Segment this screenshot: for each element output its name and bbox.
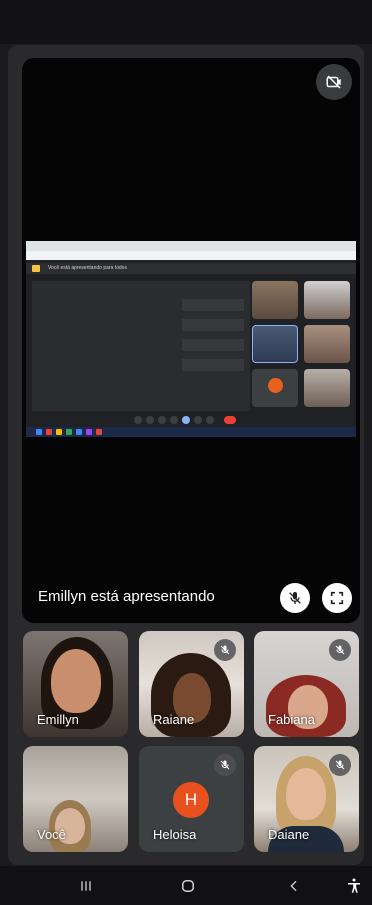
- shared-browser-bar: [26, 251, 356, 260]
- presenting-label: Emillyn está apresentando: [38, 588, 215, 605]
- shared-document: [32, 281, 250, 411]
- shared-banner: Você está apresentando para todos: [26, 263, 356, 274]
- mic-off-icon: [214, 639, 236, 661]
- participant-tile[interactable]: Daiane: [254, 746, 359, 852]
- shared-avatar: [268, 378, 283, 393]
- participant-face: [51, 649, 101, 713]
- shared-control-icon: [182, 416, 190, 424]
- presentation-stage[interactable]: Você está apresentando para todos Emilly…: [22, 58, 360, 623]
- taskbar-icon: [86, 429, 92, 435]
- shared-banner-text: Você está apresentando para todos: [48, 265, 127, 271]
- shared-control-icon: [158, 416, 166, 424]
- shared-tile: [304, 281, 350, 319]
- shared-end-call-icon: [224, 416, 236, 424]
- shared-controls: [26, 414, 356, 426]
- shared-control-icon: [194, 416, 202, 424]
- shared-document-grid: [182, 291, 244, 371]
- participant-tile[interactable]: Fabiana: [254, 631, 359, 737]
- participant-face: [286, 768, 326, 820]
- back-icon[interactable]: [282, 874, 306, 898]
- recent-apps-icon[interactable]: [74, 874, 98, 898]
- accessibility-icon[interactable]: [342, 874, 366, 898]
- participant-name: Você: [37, 827, 66, 842]
- participant-name: Raiane: [153, 712, 195, 727]
- navigation-bar: [0, 866, 372, 905]
- shared-control-icon: [134, 416, 142, 424]
- home-icon[interactable]: [176, 874, 200, 898]
- mic-off-icon: [329, 754, 351, 776]
- taskbar-icon: [96, 429, 102, 435]
- participant-name: Heloisa: [153, 827, 197, 842]
- mic-off-icon: [214, 754, 236, 776]
- shared-tile: [252, 281, 298, 319]
- shared-screen: Você está apresentando para todos: [26, 241, 356, 437]
- taskbar-icon: [56, 429, 62, 435]
- camera-flip-icon[interactable]: [316, 64, 352, 100]
- participant-tile[interactable]: Raiane: [139, 631, 244, 737]
- participant-tile[interactable]: Você: [23, 746, 128, 852]
- shared-control-icon: [206, 416, 214, 424]
- shared-participant-grid: [252, 281, 352, 411]
- mic-off-icon[interactable]: [280, 583, 310, 613]
- participant-name: Fabiana: [268, 712, 315, 727]
- shared-tile: [252, 325, 298, 363]
- shared-taskbar: [26, 427, 356, 437]
- participant-name: Emillyn: [37, 712, 79, 727]
- participant-tile[interactable]: Emillyn: [23, 631, 128, 737]
- taskbar-icon: [36, 429, 42, 435]
- meet-logo-icon: [32, 265, 40, 272]
- taskbar-icon: [76, 429, 82, 435]
- mic-off-icon: [329, 639, 351, 661]
- avatar: H: [173, 782, 209, 818]
- participant-tile[interactable]: H Heloisa: [139, 746, 244, 852]
- taskbar-icon: [66, 429, 72, 435]
- status-bar: [0, 0, 372, 44]
- shared-tile: [304, 325, 350, 363]
- taskbar-icon: [46, 429, 52, 435]
- shared-tile: [252, 369, 298, 407]
- participant-name: Daiane: [268, 827, 310, 842]
- shared-control-icon: [146, 416, 154, 424]
- fullscreen-icon[interactable]: [322, 583, 352, 613]
- shared-tile: [304, 369, 350, 407]
- shared-control-icon: [170, 416, 178, 424]
